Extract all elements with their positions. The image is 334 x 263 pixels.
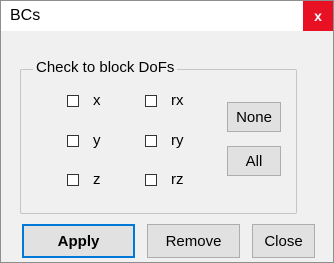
checkbox-ry-label: ry (171, 132, 184, 149)
group-label: Check to block DoFs (33, 59, 178, 76)
checkbox-rz-box[interactable] (145, 173, 157, 186)
checkbox-rz-label: rz (171, 171, 184, 188)
checkbox-ry[interactable]: ry (145, 132, 184, 149)
checkbox-x-box[interactable] (67, 94, 79, 107)
checkbox-rx-label: rx (171, 92, 184, 109)
checkbox-y-label: y (93, 132, 101, 149)
close-window-button[interactable]: x (303, 1, 333, 31)
none-button[interactable]: None (227, 102, 281, 132)
window-title: BCs (10, 7, 41, 24)
checkbox-y-box[interactable] (67, 134, 79, 147)
checkbox-x-label: x (93, 92, 101, 109)
checkbox-x[interactable]: x (67, 92, 101, 109)
checkbox-rx-box[interactable] (145, 94, 157, 107)
checkbox-rz[interactable]: rz (145, 171, 184, 188)
checkbox-rx[interactable]: rx (145, 92, 184, 109)
close-button[interactable]: Close (252, 224, 315, 258)
checkbox-ry-box[interactable] (145, 134, 157, 147)
remove-button[interactable]: Remove (147, 224, 240, 258)
all-button[interactable]: All (227, 146, 281, 176)
apply-button[interactable]: Apply (22, 224, 135, 258)
close-icon: x (314, 8, 322, 24)
checkbox-z-box[interactable] (67, 173, 79, 186)
checkbox-y[interactable]: y (67, 132, 101, 149)
checkbox-z-label: z (93, 171, 101, 188)
title-bar: BCs x (1, 1, 333, 31)
checkbox-z[interactable]: z (67, 171, 101, 188)
